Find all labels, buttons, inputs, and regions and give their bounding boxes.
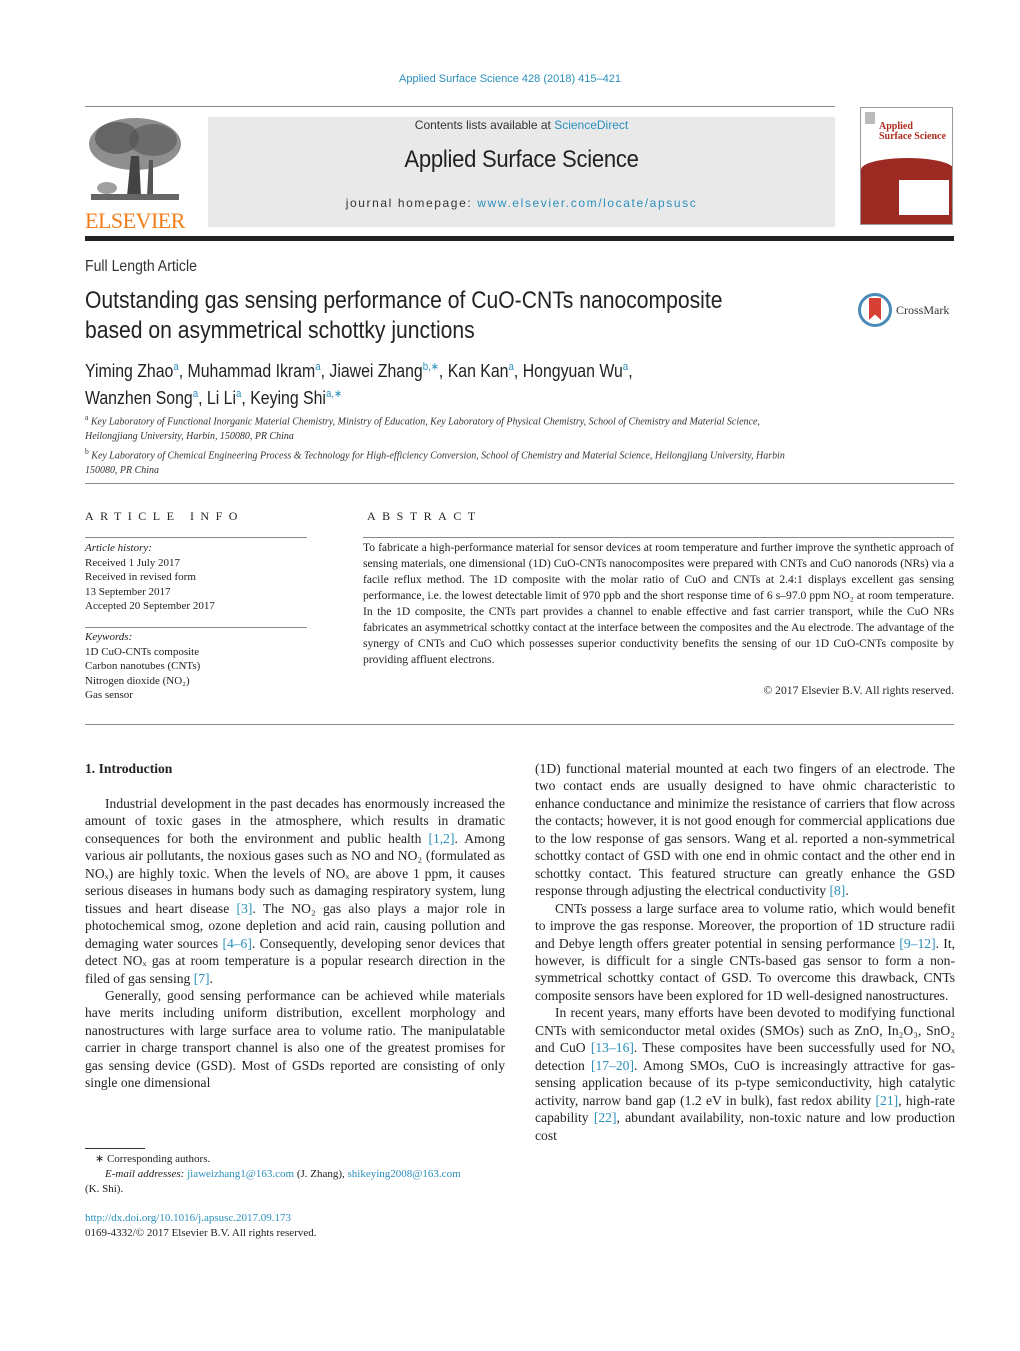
- keywords-label: Keywords:: [85, 631, 133, 643]
- crossmark-label: CrossMark: [896, 302, 950, 317]
- article-info-heading: ARTICLE INFO: [85, 509, 244, 523]
- keywords: Keywords: 1D CuO-CNTs composite Carbon n…: [85, 630, 200, 703]
- masthead-rule: [85, 236, 954, 241]
- abstract-heading: ABSTRACT: [367, 509, 482, 523]
- abstract-rule: [363, 537, 954, 538]
- email-addresses: E-mail addresses: jiaweizhang1@163.com (…: [105, 1168, 461, 1180]
- citation-link[interactable]: [4–6]: [222, 936, 251, 951]
- affiliation-rule: [85, 483, 954, 484]
- citation-link[interactable]: [9–12]: [899, 936, 935, 951]
- paragraph: (1D) functional material mounted at each…: [535, 761, 955, 899]
- abstract-end-rule: [85, 724, 954, 725]
- citation-link[interactable]: [3]: [237, 901, 253, 916]
- homepage-link[interactable]: www.elsevier.com/locate/apsusc: [477, 196, 697, 210]
- article-history: Article history: Received 1 July 2017 Re…: [85, 541, 215, 614]
- keyword: Gas sensor: [85, 689, 133, 701]
- doi-block: http://dx.doi.org/10.1016/j.apsusc.2017.…: [85, 1211, 317, 1241]
- journal-cover-thumbnail[interactable]: Applied Surface Science: [860, 107, 953, 225]
- abstract-text: To fabricate a high-performance material…: [363, 541, 954, 666]
- contents-prefix: Contents lists available at: [414, 118, 555, 132]
- citation-link[interactable]: [8]: [829, 883, 845, 898]
- title-line-1: Outstanding gas sensing performance of C…: [85, 287, 723, 314]
- cover-emblem-icon: [865, 112, 875, 124]
- history-item: Received in revised form: [85, 571, 196, 583]
- author[interactable]: Yiming Zhaoa: [85, 361, 179, 381]
- citation-link[interactable]: [13–16]: [591, 1040, 634, 1055]
- body-column-right: (1D) functional material mounted at each…: [535, 760, 955, 1144]
- elsevier-logo[interactable]: ELSEVIER: [85, 116, 185, 232]
- paragraph: Industrial development in the past decad…: [85, 796, 505, 986]
- author-list: Yiming Zhaoa, Muhammad Ikrama, Jiawei Zh…: [85, 361, 633, 408]
- author[interactable]: Wanzhen Songa: [85, 388, 198, 408]
- keyword: 1D CuO-CNTs composite: [85, 645, 200, 658]
- affiliations: a Key Laboratory of Functional Inorganic…: [85, 411, 788, 478]
- article-type: Full Length Article: [85, 258, 197, 275]
- journal-homepage: journal homepage: www.elsevier.com/locat…: [208, 196, 835, 210]
- abstract-copyright: © 2017 Elsevier B.V. All rights reserved…: [763, 684, 954, 697]
- elsevier-tree-icon: [87, 116, 183, 206]
- info-rule: [85, 627, 307, 628]
- author[interactable]: Muhammad Ikrama: [188, 361, 321, 381]
- paragraph: Generally, good sensing performance can …: [85, 987, 505, 1091]
- cover-title-line2: Surface Science: [879, 131, 946, 142]
- keyword: Carbon nanotubes (CNTs): [85, 660, 201, 672]
- crossmark-button[interactable]: CrossMark: [858, 292, 958, 328]
- history-label: Article history:: [85, 542, 152, 554]
- homepage-prefix: journal homepage:: [345, 196, 478, 210]
- affiliation-a: a Key Laboratory of Functional Inorganic…: [85, 413, 760, 442]
- affiliation-b: b Key Laboratory of Chemical Engineering…: [85, 446, 785, 476]
- paragraph: In recent years, many efforts have been …: [535, 1005, 955, 1143]
- citation-link[interactable]: [1,2]: [428, 831, 454, 846]
- citation-link[interactable]: [21]: [876, 1093, 899, 1108]
- issn-copyright: 0169-4332/© 2017 Elsevier B.V. All right…: [85, 1227, 317, 1239]
- email-label: E-mail addresses:: [105, 1168, 185, 1180]
- author[interactable]: Keying Shia,∗: [250, 388, 342, 408]
- citation-link[interactable]: [22]: [594, 1110, 617, 1125]
- journal-reference-link[interactable]: Applied Surface Science 428 (2018) 415–4…: [0, 73, 1020, 85]
- corresponding-note: ∗ Corresponding authors.: [95, 1153, 211, 1165]
- cover-graphic: [899, 180, 949, 215]
- article-title: Outstanding gas sensing performance of C…: [85, 286, 754, 346]
- paragraph: CNTs possess a large surface area to vol…: [535, 900, 956, 1003]
- email-owner: (K. Shi).: [85, 1183, 124, 1195]
- history-item: 13 September 2017: [85, 585, 171, 598]
- title-line-2: based on asymmetrical schottky junctions: [85, 317, 475, 344]
- footnote-rule: [85, 1148, 145, 1149]
- email-link[interactable]: jiaweizhang1@163.com: [187, 1168, 294, 1180]
- doi-link[interactable]: http://dx.doi.org/10.1016/j.apsusc.2017.…: [85, 1212, 291, 1224]
- section-heading-introduction: 1. Introduction: [85, 761, 173, 776]
- author[interactable]: Kan Kana: [448, 361, 514, 381]
- author[interactable]: Hongyuan Wua: [523, 361, 628, 381]
- crossmark-icon: [858, 293, 892, 327]
- email-link[interactable]: shikeying2008@163.com: [348, 1168, 461, 1180]
- elsevier-wordmark: ELSEVIER: [85, 208, 185, 233]
- author[interactable]: Li Lia: [207, 388, 241, 408]
- citation-link[interactable]: [17–20]: [591, 1058, 634, 1073]
- author[interactable]: Jiawei Zhangb,∗: [329, 361, 439, 381]
- cover-title: Applied Surface Science: [879, 122, 946, 142]
- citation-link[interactable]: [7]: [194, 971, 210, 986]
- footnotes: ∗ Corresponding authors. E-mail addresse…: [85, 1152, 505, 1197]
- info-rule: [85, 537, 307, 538]
- header-rule: [85, 106, 835, 107]
- history-item: Accepted 20 September 2017: [85, 600, 215, 612]
- journal-masthead: Contents lists available at ScienceDirec…: [208, 117, 835, 227]
- body-column-left: Industrial development in the past decad…: [85, 795, 505, 1092]
- journal-title: Applied Surface Science: [404, 146, 639, 173]
- history-item: Received 1 July 2017: [85, 556, 181, 569]
- sciencedirect-link[interactable]: ScienceDirect: [554, 118, 628, 132]
- keyword: Nitrogen dioxide (NO₂): [85, 674, 190, 687]
- contents-availability: Contents lists available at ScienceDirec…: [208, 118, 835, 132]
